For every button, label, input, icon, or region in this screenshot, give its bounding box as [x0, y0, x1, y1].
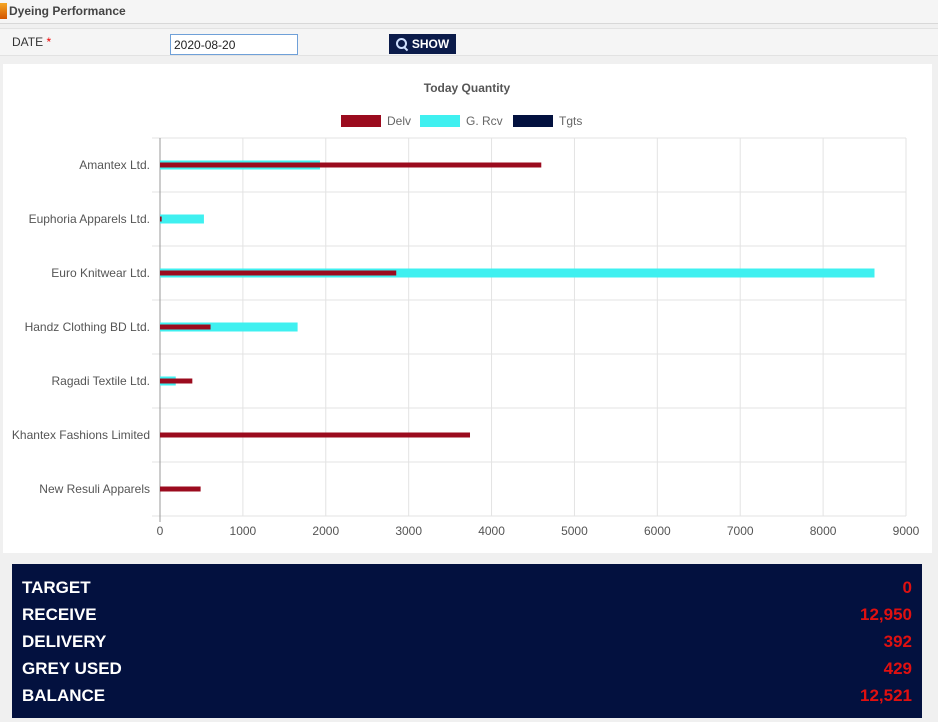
legend-label: Delv: [387, 114, 411, 128]
x-tick-label: 7000: [727, 524, 754, 538]
summary-panel: TARGET 0 RECEIVE 12,950 DELIVERY 392 GRE…: [12, 564, 922, 718]
bar-delv: [160, 162, 542, 168]
summary-value: 12,950: [860, 604, 912, 624]
category-label: Khantex Fashions Limited: [12, 428, 150, 442]
legend-label: Tgts: [559, 114, 582, 128]
required-mark: *: [46, 35, 52, 49]
bar-delv: [160, 486, 201, 492]
x-axis-labels: 0 1000 2000 3000 4000 5000 6000 7000 8000 9000: [157, 524, 920, 538]
filter-bar: DATE * SHOW: [0, 28, 938, 56]
x-tick-label: 2000: [312, 524, 339, 538]
summary-label: TARGET: [22, 577, 91, 597]
category-label: Handz Clothing BD Ltd.: [25, 320, 150, 334]
chart-legend: Delv G. Rcv Tgts: [341, 114, 582, 128]
show-button-label: SHOW: [411, 37, 450, 51]
x-tick-label: 8000: [810, 524, 837, 538]
legend-swatch: [513, 115, 553, 127]
summary-value: 392: [883, 631, 912, 651]
summary-row-grey-used: GREY USED 429: [22, 655, 912, 682]
chart-panel: Today Quantity Delv G. Rcv Tgts Amantex Lt…: [3, 64, 932, 553]
search-icon: [395, 38, 408, 50]
summary-value: 429: [883, 658, 912, 678]
date-input[interactable]: [170, 34, 298, 55]
x-tick-label: 0: [157, 524, 164, 538]
x-tick-label: 3000: [395, 524, 422, 538]
bar-delv: [160, 432, 471, 438]
category-label: New Resuli Apparels: [39, 482, 150, 496]
chart-bars: [160, 160, 875, 492]
bar-g-rcv: [160, 214, 204, 224]
bar-delv: [160, 324, 211, 330]
x-tick-label: 9000: [893, 524, 920, 538]
legend-label: G. Rcv: [466, 114, 503, 128]
x-tick-label: 6000: [644, 524, 671, 538]
bar-chart: Today Quantity Delv G. Rcv Tgts Amantex Lt…: [12, 81, 920, 538]
x-tick-label: 4000: [478, 524, 505, 538]
summary-row-receive: RECEIVE 12,950: [22, 601, 912, 628]
title-bar: Dyeing Performance: [0, 0, 938, 24]
legend-swatch: [420, 115, 460, 127]
page-title: Dyeing Performance: [9, 4, 126, 18]
summary-label: GREY USED: [22, 658, 122, 678]
category-label: Euphoria Apparels Ltd.: [29, 212, 150, 226]
show-button[interactable]: SHOW: [389, 34, 456, 54]
bar-delv: [160, 378, 193, 384]
bar-delv: [160, 270, 397, 276]
legend-swatch: [341, 115, 381, 127]
category-label: Ragadi Textile Ltd.: [51, 374, 150, 388]
date-label: DATE *: [12, 35, 52, 49]
summary-label: BALANCE: [22, 685, 106, 705]
summary-row-balance: BALANCE 12,521: [22, 682, 912, 709]
summary-label: RECEIVE: [22, 604, 97, 624]
category-label: Euro Knitwear Ltd.: [51, 266, 150, 280]
summary-value: 12,521: [860, 685, 912, 705]
category-label: Amantex Ltd.: [79, 158, 150, 172]
x-tick-label: 1000: [230, 524, 257, 538]
summary-row-target: TARGET 0: [22, 574, 912, 601]
chart-title: Today Quantity: [424, 81, 511, 95]
summary-value: 0: [902, 577, 912, 597]
module-icon: [0, 3, 7, 19]
summary-row-delivery: DELIVERY 392: [22, 628, 912, 655]
summary-label: DELIVERY: [22, 631, 107, 651]
bar-delv: [160, 216, 162, 222]
y-axis-labels: Amantex Ltd. Euphoria Apparels Ltd. Euro K…: [12, 158, 150, 496]
x-tick-label: 5000: [561, 524, 588, 538]
